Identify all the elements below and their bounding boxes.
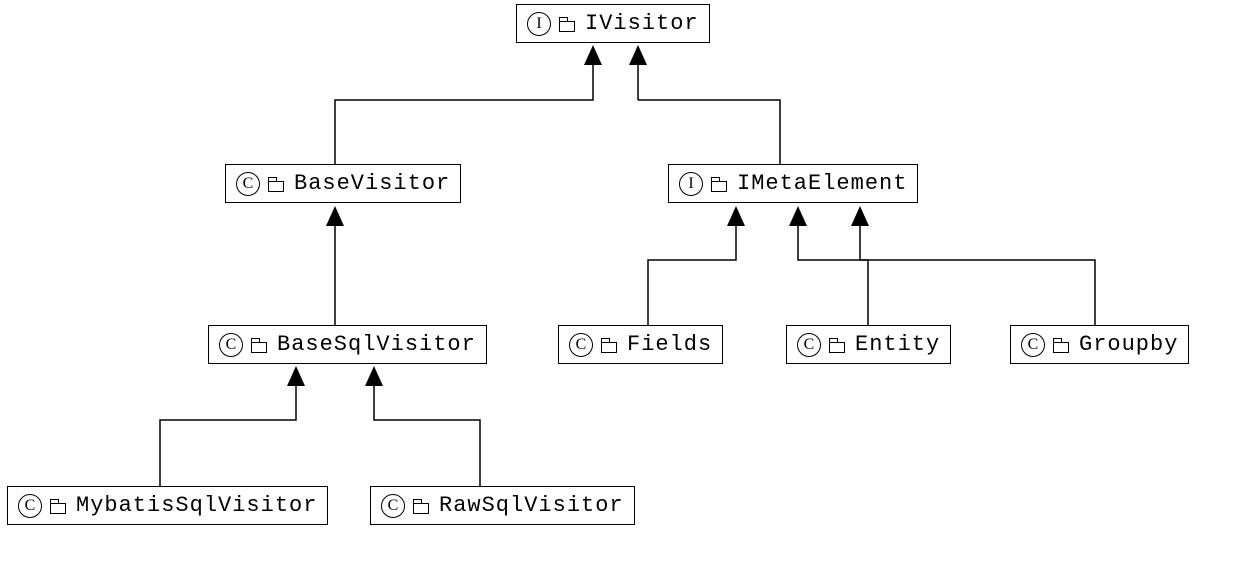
node-fields: C Fields (558, 325, 723, 364)
node-ivisitor: I IVisitor (516, 4, 710, 43)
package-icon (711, 177, 727, 191)
package-icon (268, 177, 284, 191)
package-icon (601, 338, 617, 352)
node-label: RawSqlVisitor (439, 493, 624, 518)
package-icon (559, 17, 575, 31)
interface-icon: I (527, 12, 551, 36)
package-icon (413, 499, 429, 513)
interface-icon: I (679, 172, 703, 196)
package-icon (50, 499, 66, 513)
package-icon (829, 338, 845, 352)
node-label: BaseVisitor (294, 171, 450, 196)
node-basesqlvisitor: C BaseSqlVisitor (208, 325, 487, 364)
class-icon: C (219, 333, 243, 357)
node-groupby: C Groupby (1010, 325, 1189, 364)
node-label: IVisitor (585, 11, 699, 36)
class-icon: C (236, 172, 260, 196)
package-icon (251, 338, 267, 352)
node-imetaelement: I IMetaElement (668, 164, 918, 203)
class-icon: C (569, 333, 593, 357)
node-rawsqlvisitor: C RawSqlVisitor (370, 486, 635, 525)
class-icon: C (1021, 333, 1045, 357)
class-icon: C (18, 494, 42, 518)
node-label: BaseSqlVisitor (277, 332, 476, 357)
class-icon: C (381, 494, 405, 518)
node-basevisitor: C BaseVisitor (225, 164, 461, 203)
node-mybatissqlvisitor: C MybatisSqlVisitor (7, 486, 328, 525)
node-label: IMetaElement (737, 171, 907, 196)
node-entity: C Entity (786, 325, 951, 364)
node-label: MybatisSqlVisitor (76, 493, 317, 518)
class-icon: C (797, 333, 821, 357)
node-label: Groupby (1079, 332, 1178, 357)
node-label: Entity (855, 332, 940, 357)
diagram-connectors (0, 0, 1240, 562)
node-label: Fields (627, 332, 712, 357)
package-icon (1053, 338, 1069, 352)
